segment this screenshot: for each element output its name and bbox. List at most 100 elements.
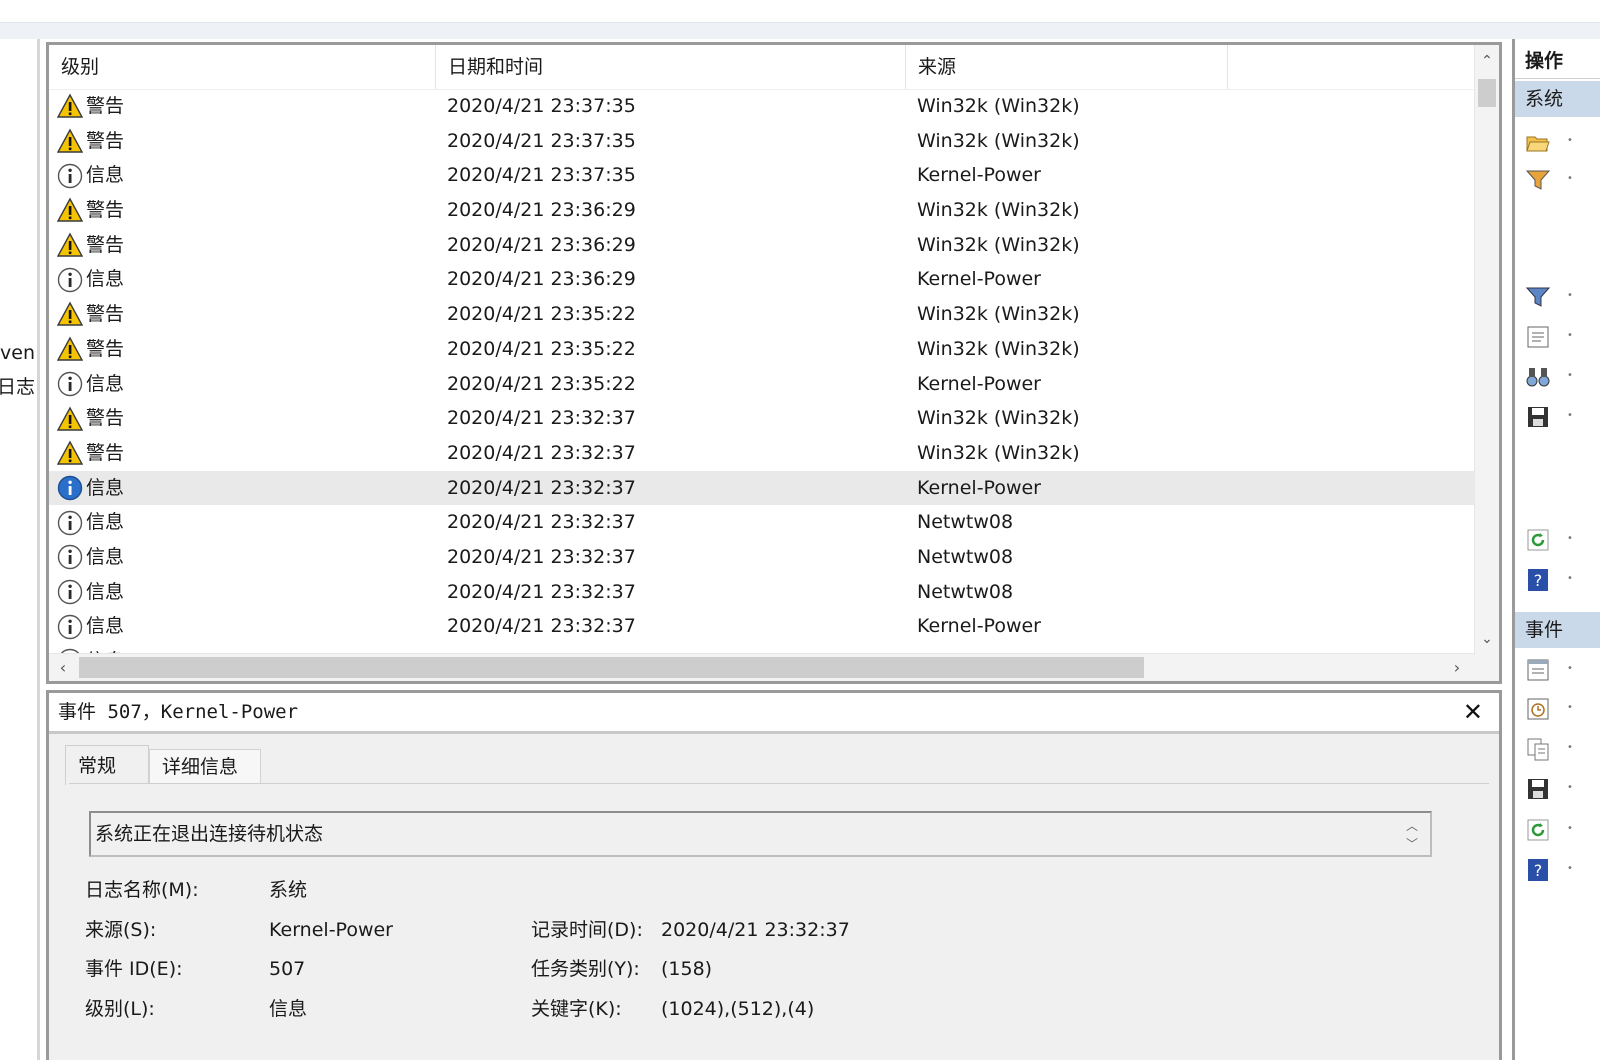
tab-details[interactable]: 详细信息 (149, 749, 261, 785)
datetime-cell: 2020/4/21 23:32:37 (447, 407, 636, 430)
level-cell: 警告 (56, 193, 124, 228)
scrollbar-corner (1475, 654, 1499, 681)
info-icon (57, 544, 83, 570)
level-cell: 警告 (56, 332, 125, 367)
event-properties-icon[interactable] (1525, 657, 1551, 683)
event-id-value: 507 (269, 958, 306, 980)
table-row[interactable]: 警告 2020/4/21 23:32:37 Win32k (Win32k) (49, 436, 1475, 471)
attach-task-icon[interactable] (1525, 696, 1551, 722)
table-row[interactable]: 信息 2020/4/21 23:32:37 Netwtw08 (49, 540, 1475, 575)
horizontal-scroll-thumb[interactable] (79, 657, 1144, 678)
actions-header: 操作 (1515, 43, 1600, 79)
table-row[interactable]: 警告 2020/4/21 23:32:37 Win32k (Win32k) (49, 401, 1475, 436)
logged-time-value: 2020/4/21 23:32:37 (661, 919, 850, 941)
event-rows: 警告 2020/4/21 23:37:35 Win32k (Win32k) 警告 202… (49, 89, 1475, 655)
table-row[interactable]: 信息 2020/4/21 23:32:37 Netwtw08 (49, 505, 1475, 540)
task-category-label: 任务类别(Y): (531, 958, 640, 980)
level-cell: 信息 (57, 609, 124, 644)
system-action-item-3[interactable]: • (1567, 330, 1573, 341)
level-cell: 信息 (57, 505, 124, 540)
save-icon[interactable] (1525, 404, 1551, 430)
table-row[interactable]: 警告 2020/4/21 23:36:29 Win32k (Win32k) (49, 228, 1475, 263)
vertical-scrollbar[interactable]: ⌃ ⌄ (1474, 45, 1499, 655)
table-row[interactable]: 信息 2020/4/21 23:32:37 Kernel-Power (49, 470, 1475, 506)
datetime-cell: 2020/4/21 23:32:37 (447, 511, 636, 534)
filter-icon[interactable] (1525, 284, 1551, 310)
copy-icon[interactable] (1525, 736, 1551, 762)
open-folder-icon[interactable] (1525, 129, 1551, 155)
source-cell: Win32k (Win32k) (917, 95, 1080, 117)
toolbar-separator (0, 22, 1600, 39)
tree-node-logs[interactable]: 日志 (0, 372, 35, 399)
column-header-source[interactable]: 来源 (906, 45, 1228, 89)
level-text: 警告 (86, 441, 125, 464)
source-cell: Kernel-Power (917, 615, 1041, 638)
chevron-down-icon[interactable]: ﹀ (1406, 835, 1418, 852)
scroll-down-arrow[interactable]: ⌄ (1475, 625, 1499, 653)
actions-section-system[interactable]: 系统 (1515, 81, 1600, 117)
system-action-item-0[interactable]: • (1567, 135, 1573, 146)
event-action-item-0[interactable]: • (1567, 663, 1573, 674)
event-action-item-1[interactable]: • (1567, 702, 1573, 713)
tree-node-event-viewer[interactable]: Even (0, 342, 35, 364)
help-icon[interactable]: ? (1525, 857, 1551, 883)
chevron-up-icon[interactable]: ︿ (1406, 817, 1418, 834)
level-cell: 信息 (57, 575, 124, 610)
system-action-item-1[interactable]: • (1567, 173, 1573, 184)
level-cell: 信息 (57, 540, 124, 575)
event-action-item-5[interactable]: • (1567, 863, 1573, 874)
level-cell: 警告 (56, 297, 124, 332)
vertical-scroll-thumb[interactable] (1478, 79, 1496, 107)
level-text: 信息 (86, 615, 125, 638)
source-cell: Win32k (Win32k) (917, 337, 1080, 360)
source-cell: Win32k (Win32k) (917, 441, 1080, 464)
event-action-item-2[interactable]: • (1567, 742, 1573, 753)
save-icon[interactable] (1525, 776, 1551, 802)
level-text: 警告 (86, 95, 125, 117)
event-description-text: 系统正在退出连接待机状态 (95, 823, 324, 845)
help-icon[interactable]: ? (1525, 567, 1551, 593)
table-row[interactable]: 警告 2020/4/21 23:36:29 Win32k (Win32k) (49, 193, 1475, 228)
scroll-up-arrow[interactable]: ⌃ (1475, 47, 1499, 75)
close-icon[interactable]: ✕ (1463, 693, 1483, 731)
column-header-level[interactable]: 级别 (49, 45, 436, 89)
warning-icon (56, 336, 84, 362)
refresh-icon[interactable] (1525, 817, 1551, 843)
scroll-right-arrow[interactable]: › (1445, 654, 1469, 681)
properties-icon[interactable] (1525, 324, 1551, 350)
tab-general[interactable]: 常规 (65, 745, 149, 785)
level-text: 警告 (86, 233, 125, 256)
event-action-item-3[interactable]: • (1567, 782, 1573, 793)
table-row[interactable]: 警告 2020/4/21 23:35:22 Win32k (Win32k) (49, 332, 1475, 367)
system-action-item-2[interactable]: • (1567, 290, 1573, 301)
navigation-tree-pane[interactable]: Even 日志 (0, 39, 40, 1060)
event-description-box[interactable]: 系统正在退出连接待机状态 ︿ ﹀ (89, 811, 1432, 857)
table-row[interactable]: 信息 2020/4/21 23:36:29 Kernel-Power (49, 262, 1475, 297)
system-action-item-5[interactable]: • (1567, 410, 1573, 421)
event-action-item-4[interactable]: • (1567, 823, 1573, 834)
system-action-item-4[interactable]: • (1567, 370, 1573, 381)
table-row[interactable]: 警告 2020/4/21 23:37:35 Win32k (Win32k) (49, 89, 1475, 124)
actions-section-event[interactable]: 事件 (1515, 612, 1600, 648)
table-row[interactable]: 警告 2020/4/21 23:37:35 Win32k (Win32k) (49, 124, 1475, 159)
level-cell: 信息 (57, 262, 124, 297)
table-row[interactable]: 信息 2020/4/21 23:37:35 Kernel-Power (49, 158, 1475, 193)
level-text: 警告 (86, 337, 125, 360)
table-row[interactable]: 信息 2020/4/21 23:32:37 Kernel-Power (49, 609, 1475, 644)
refresh-icon[interactable] (1525, 527, 1551, 553)
table-row[interactable]: 信息 2020/4/21 23:35:22 Kernel-Power (49, 367, 1475, 402)
system-action-item-6[interactable]: • (1567, 533, 1573, 544)
system-action-item-7[interactable]: • (1567, 573, 1573, 584)
warning-icon (56, 128, 84, 154)
filter-funnel-icon[interactable] (1525, 167, 1551, 193)
find-binoculars-icon[interactable] (1525, 364, 1551, 390)
horizontal-scrollbar[interactable]: ‹ › (49, 653, 1475, 681)
scroll-left-arrow[interactable]: ‹ (51, 654, 75, 681)
table-row[interactable]: 警告 2020/4/21 23:35:22 Win32k (Win32k) (49, 297, 1475, 332)
column-header-datetime[interactable]: 日期和时间 (436, 45, 906, 89)
level-cell: 警告 (56, 436, 125, 471)
level-text: 信息 (86, 511, 125, 534)
info-icon (57, 614, 83, 640)
table-row[interactable]: 信息 2020/4/21 23:32:37 Netwtw08 (49, 575, 1475, 610)
level-text: 信息 (86, 476, 125, 499)
